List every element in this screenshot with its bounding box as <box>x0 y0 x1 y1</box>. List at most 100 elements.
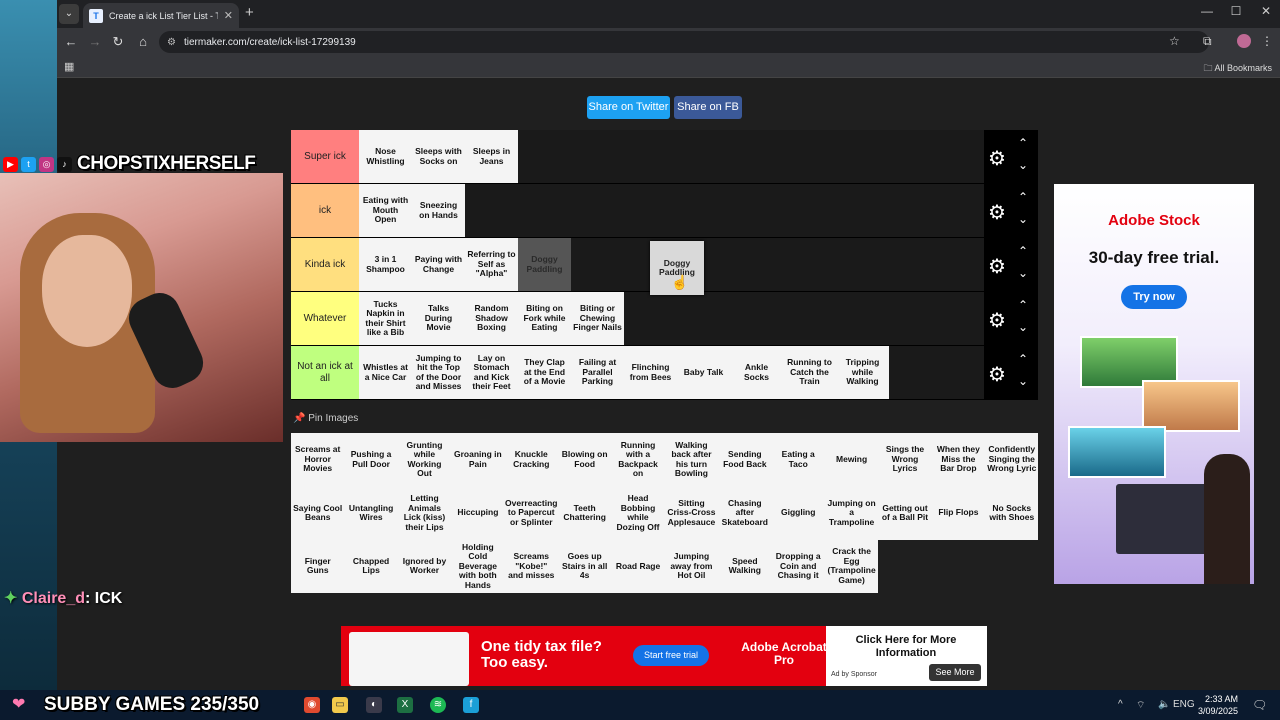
tier-label[interactable]: Whatever <box>291 292 359 345</box>
pool-tile[interactable]: Letting Animals Lick (kiss) their Lips <box>397 486 452 540</box>
tab-tiermaker[interactable]: T Create a ick List Tier List - TierMake… <box>83 3 239 28</box>
tab-search-button[interactable]: ⌄ <box>59 4 79 24</box>
tier-tile[interactable]: They Clap at the End of a Movie <box>518 346 571 399</box>
tier-tile[interactable]: Jumping to hit the Top of the Door and M… <box>412 346 465 399</box>
pin-images-toggle[interactable]: 📌 Pin Images <box>293 413 358 424</box>
tier-tile[interactable]: Biting on Fork while Eating <box>518 292 571 345</box>
pool-tile[interactable]: Sending Food Back <box>718 433 772 487</box>
chevron-down-icon[interactable]: ⌄ <box>1018 374 1028 388</box>
tier-tile[interactable]: Sleeps with Socks on <box>412 130 465 183</box>
notification-icon[interactable]: 🗨 <box>1252 698 1267 712</box>
taskbar-app-browser-icon[interactable]: ◐ <box>366 697 382 713</box>
pool-tile[interactable]: Chapped Lips <box>344 539 398 594</box>
pool-tile[interactable]: Dropping a Coin and Chasing it <box>771 539 825 594</box>
gear-icon[interactable]: ⚙ <box>988 362 1006 387</box>
gear-icon[interactable]: ⚙ <box>988 200 1006 225</box>
tray-chevron-icon[interactable]: ^ <box>1118 699 1123 710</box>
window-close-icon[interactable]: ✕ <box>1256 4 1276 18</box>
pool-tile[interactable]: Confidently Singing the Wrong Lyric <box>985 433 1039 487</box>
pool-tile[interactable]: Finger Guns <box>291 539 345 594</box>
apps-grid-icon[interactable]: ▦ <box>64 60 74 73</box>
try-now-button[interactable]: Try now <box>1121 285 1187 309</box>
volume-icon[interactable]: 🔈 <box>1158 699 1170 710</box>
pool-tile[interactable]: Holding Cold Beverage with both Hands <box>451 539 505 594</box>
share-facebook-button[interactable]: Share on FB <box>674 96 742 119</box>
tier-tile[interactable]: 3 in 1 Shampoo <box>359 238 412 291</box>
chevron-down-icon[interactable]: ⌄ <box>1018 212 1028 226</box>
forward-arrow-icon[interactable]: → <box>87 34 103 49</box>
tier-tile[interactable]: Running to Catch the Train <box>783 346 836 399</box>
close-icon[interactable]: ✕ <box>224 9 233 22</box>
tier-label[interactable]: Kinda ick <box>291 238 359 291</box>
home-icon[interactable]: ⌂ <box>135 34 151 49</box>
pool-tile[interactable]: Chasing after Skateboard <box>718 486 772 540</box>
chevron-up-icon[interactable]: ⌃ <box>1018 352 1028 366</box>
tier-tile[interactable]: Talks During Movie <box>412 292 465 345</box>
pool-tile[interactable]: Grunting while Working Out <box>397 433 452 487</box>
tier-tile[interactable]: Sleeps in Jeans <box>465 130 518 183</box>
tier-tile[interactable]: Nose Whistling <box>359 130 412 183</box>
tier-tile[interactable]: Biting or Chewing Finger Nails <box>571 292 624 345</box>
taskbar-app-red-icon[interactable]: ◉ <box>304 697 320 713</box>
ad-adobe-stock[interactable]: Adobe Stock 30-day free trial. Try now <box>1054 184 1254 584</box>
tier-tile[interactable]: Baby Talk <box>677 346 730 399</box>
pool-tile[interactable]: Pushing a Pull Door <box>344 433 398 487</box>
tier-tile[interactable]: Tripping while Walking <box>836 346 889 399</box>
pool-tile[interactable]: Giggling <box>771 486 825 540</box>
pool-tile[interactable]: Flip Flops <box>931 486 986 540</box>
new-tab-icon[interactable]: + <box>245 4 254 21</box>
taskbar-clock[interactable]: 2:33 AM 3/09/2025 <box>1198 693 1238 717</box>
pool-tile[interactable]: Screams at Horror Movies <box>291 433 345 487</box>
pool-tile[interactable]: Sings the Wrong Lyrics <box>878 433 932 487</box>
pool-tile[interactable]: Running with a Backpack on <box>611 433 665 487</box>
tier-tile[interactable]: Random Shadow Boxing <box>465 292 518 345</box>
extensions-icon[interactable]: ⧉ <box>1203 34 1212 49</box>
pool-tile[interactable]: Getting out of a Ball Pit <box>878 486 932 540</box>
pool-tile[interactable]: Road Rage <box>611 539 665 594</box>
pool-tile[interactable]: Jumping away from Hot Oil <box>664 539 719 594</box>
chevron-up-icon[interactable]: ⌃ <box>1018 298 1028 312</box>
reload-icon[interactable]: ↻ <box>110 34 126 50</box>
pool-tile[interactable]: Untangling Wires <box>344 486 398 540</box>
gear-icon[interactable]: ⚙ <box>988 254 1006 279</box>
pool-tile[interactable]: Hiccuping <box>451 486 505 540</box>
language-indicator[interactable]: ENG <box>1173 699 1195 710</box>
all-bookmarks-button[interactable]: 🗀 All Bookmarks <box>1203 61 1272 77</box>
tier-tile[interactable]: Ankle Socks <box>730 346 783 399</box>
site-info-icon[interactable]: ⚙ <box>167 37 176 48</box>
chevron-down-icon[interactable]: ⌄ <box>1018 320 1028 334</box>
chevron-down-icon[interactable]: ⌄ <box>1018 266 1028 280</box>
pool-tile[interactable]: Speed Walking <box>718 539 772 594</box>
maximize-icon[interactable]: ☐ <box>1226 4 1246 18</box>
gear-icon[interactable]: ⚙ <box>988 308 1006 333</box>
ad-adobe-acrobat[interactable]: One tidy tax file? Too easy. Start free … <box>341 626 987 686</box>
pool-tile[interactable]: Goes up Stairs in all 4s <box>557 539 612 594</box>
spotify-icon[interactable]: ≋ <box>430 697 446 713</box>
tier-tile[interactable]: Lay on Stomach and Kick their Feet <box>465 346 518 399</box>
taskbar-app-blue-icon[interactable]: f <box>463 697 479 713</box>
chevron-up-icon[interactable]: ⌃ <box>1018 244 1028 258</box>
address-bar[interactable]: ⚙ tiermaker.com/create/ick-list-17299139 <box>159 31 1209 53</box>
tier-label[interactable]: Super ick <box>291 130 359 183</box>
pool-tile[interactable]: Head Bobbing while Dozing Off <box>611 486 665 540</box>
pool-tile[interactable]: Teeth Chattering <box>557 486 612 540</box>
start-free-trial-button[interactable]: Start free trial <box>633 645 709 666</box>
tier-tile[interactable]: Sneezing on Hands <box>412 184 465 237</box>
pool-tile[interactable]: Knuckle Cracking <box>504 433 558 487</box>
pool-tile[interactable]: Groaning in Pain <box>451 433 505 487</box>
network-icon[interactable]: ⌔ <box>1136 699 1145 712</box>
share-twitter-button[interactable]: Share on Twitter <box>587 96 670 119</box>
more-menu-icon[interactable]: ⋮ <box>1261 34 1273 48</box>
pool-tile[interactable]: Eating a Taco <box>771 433 825 487</box>
pool-tile[interactable]: Crack the Egg (Trampoline Game) <box>824 539 879 594</box>
tier-label[interactable]: ick <box>291 184 359 237</box>
tier-tile[interactable]: Flinching from Bees <box>624 346 677 399</box>
pool-tile[interactable]: Mewing <box>824 433 879 487</box>
pool-tile[interactable]: Blowing on Food <box>557 433 612 487</box>
back-arrow-icon[interactable]: ← <box>63 34 79 49</box>
ad-click-here[interactable]: Click Here for More Information <box>841 634 971 660</box>
pool-tile[interactable]: Screams "Kobe!" and misses <box>504 539 558 594</box>
tier-tile[interactable]: Eating with Mouth Open <box>359 184 412 237</box>
gear-icon[interactable]: ⚙ <box>988 146 1006 171</box>
tier-tile[interactable]: Referring to Self as "Alpha" <box>465 238 518 291</box>
